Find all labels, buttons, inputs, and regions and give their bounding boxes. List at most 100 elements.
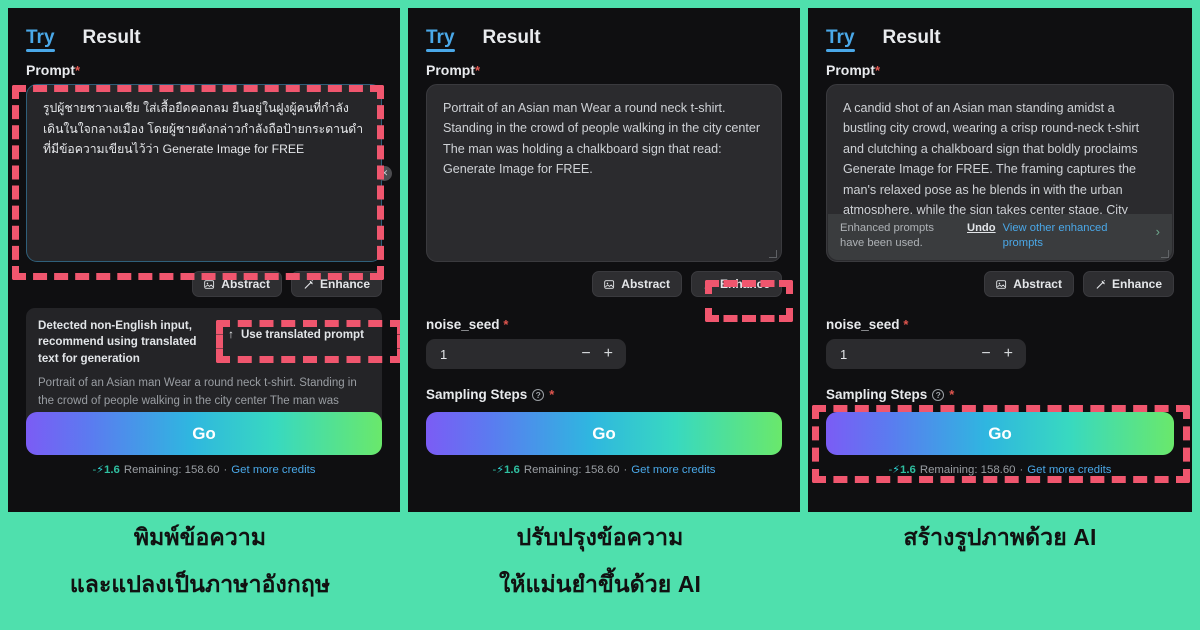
decrement-button[interactable]: − xyxy=(981,345,990,363)
panel-step-1: Try Result Prompt* รูปผู้ชายชาวเอเชีย ใส… xyxy=(8,8,400,512)
bolt-icon: ⚡ xyxy=(96,464,105,476)
go-label: Go xyxy=(988,423,1012,443)
tab-try[interactable]: Try xyxy=(26,28,55,52)
go-section-2: Go - ⚡ 1.6 Remaining: 158.60 · Get more … xyxy=(426,412,782,476)
tab-bar-2: Try Result xyxy=(426,8,782,52)
tab-try-label: Try xyxy=(26,27,55,48)
prompt-area-wrap-3: A candid shot of an Asian man standing a… xyxy=(826,84,1174,262)
prompt-textarea-2[interactable]: Portrait of an Asian man Wear a round ne… xyxy=(426,84,782,262)
increment-button[interactable]: + xyxy=(1004,345,1013,363)
required-asterisk: * xyxy=(475,63,481,78)
credits-separator: · xyxy=(1019,463,1024,476)
prompt-text-2: Portrait of an Asian man Wear a round ne… xyxy=(443,101,761,177)
use-translated-label: Use translated prompt xyxy=(240,328,364,341)
required-asterisk: * xyxy=(949,387,955,402)
abstract-button[interactable]: Abstract xyxy=(984,271,1074,297)
noise-seed-value: 1 xyxy=(440,346,448,362)
required-asterisk: * xyxy=(75,63,81,78)
use-translated-prompt-button[interactable]: ↑ Use translated prompt xyxy=(228,318,370,341)
credits-amount: 1.6 xyxy=(900,463,916,476)
tab-result-label: Result xyxy=(482,27,541,48)
credits-line-2: - ⚡ 1.6 Remaining: 158.60 · Get more cre… xyxy=(426,463,782,477)
credits-line-1: - ⚡ 1.6 Remaining: 158.60 · Get more cre… xyxy=(26,463,382,477)
enhance-button[interactable]: Enhance xyxy=(690,271,782,297)
go-section-1: Go - ⚡ 1.6 Remaining: 158.60 · Get more … xyxy=(26,412,382,476)
bolt-icon: ⚡ xyxy=(496,464,505,476)
prompt-label-1: Prompt* xyxy=(26,62,81,78)
increment-button[interactable]: + xyxy=(604,345,613,363)
question-mark-icon[interactable]: ? xyxy=(532,388,545,401)
tab-try[interactable]: Try xyxy=(826,28,855,52)
caption-1: พิมพ์ข้อความ และแปลงเป็นภาษาอังกฤษ xyxy=(0,512,400,630)
view-other-enhanced-prompts-link[interactable]: View other enhanced prompts xyxy=(1003,221,1121,251)
get-more-credits-link[interactable]: Get more credits xyxy=(231,464,315,476)
image-frame-icon xyxy=(604,279,615,290)
get-more-credits-link[interactable]: Get more credits xyxy=(1027,464,1111,476)
noise-seed-stepper-3[interactable]: 1 − + xyxy=(826,339,1026,369)
bolt-icon: ⚡ xyxy=(892,464,901,476)
decrement-button[interactable]: − xyxy=(581,345,590,363)
tab-try-label: Try xyxy=(426,27,455,48)
caption-1-line-1: พิมพ์ข้อความ xyxy=(133,524,267,550)
tab-result[interactable]: Result xyxy=(483,28,541,52)
caption-2-line-2: ให้แม่นยำขึ้นด้วย AI xyxy=(498,571,702,597)
undo-link[interactable]: Undo xyxy=(967,221,996,236)
chevron-right-icon[interactable]: › xyxy=(1156,221,1160,240)
prompt-area-wrap-2: Portrait of an Asian man Wear a round ne… xyxy=(426,84,782,262)
tab-result[interactable]: Result xyxy=(883,28,941,52)
tab-result-label: Result xyxy=(82,27,141,48)
go-button[interactable]: Go xyxy=(826,412,1174,455)
resize-grip-icon[interactable] xyxy=(1161,250,1169,258)
noise-seed-label-3: noise_seed * xyxy=(826,317,909,332)
credits-separator: · xyxy=(623,463,628,476)
image-frame-icon xyxy=(204,279,215,290)
abstract-label: Abstract xyxy=(621,277,670,291)
prompt-textarea-3[interactable]: A candid shot of an Asian man standing a… xyxy=(826,84,1174,262)
prompt-label-3: Prompt* xyxy=(826,62,881,78)
magic-wand-icon xyxy=(1095,279,1106,290)
prompt-label-2: Prompt* xyxy=(426,62,481,78)
caption-row: พิมพ์ข้อความ และแปลงเป็นภาษาอังกฤษ ปรับป… xyxy=(0,512,1200,630)
enhance-button[interactable]: Enhance xyxy=(1082,271,1174,297)
get-more-credits-link[interactable]: Get more credits xyxy=(631,464,715,476)
go-section-3: Go - ⚡ 1.6 Remaining: 158.60 · Get more … xyxy=(826,412,1174,476)
caption-2: ปรับปรุงข้อความ ให้แม่นยำขึ้นด้วย AI xyxy=(400,512,800,630)
credits-remaining: Remaining: 158.60 xyxy=(523,463,620,476)
prompt-textarea-1[interactable]: รูปผู้ชายชาวเอเชีย ใส่เสื้อยืดคอกลม ยืนอ… xyxy=(26,84,382,262)
go-label: Go xyxy=(592,423,616,443)
tab-bar-3: Try Result xyxy=(826,8,1174,52)
go-button[interactable]: Go xyxy=(426,412,782,455)
required-asterisk: * xyxy=(903,317,909,332)
credits-separator: · xyxy=(223,463,228,476)
panels-row: Try Result Prompt* รูปผู้ชายชาวเอเชีย ใส… xyxy=(0,0,1200,512)
prompt-actions-1: Abstract Enhance xyxy=(26,271,382,297)
enhance-label: Enhance xyxy=(319,277,370,291)
arrow-up-icon: ↑ xyxy=(228,328,234,341)
noise-seed-stepper-2[interactable]: 1 − + xyxy=(426,339,626,369)
enhance-label: Enhance xyxy=(1111,277,1162,291)
noise-seed-label-2: noise_seed * xyxy=(426,317,509,332)
tab-try-label: Try xyxy=(826,27,855,48)
tab-result-label: Result xyxy=(882,27,941,48)
magic-wand-icon xyxy=(703,279,714,290)
caption-1-line-2: และแปลงเป็นภาษาอังกฤษ xyxy=(69,571,331,597)
enhance-button[interactable]: Enhance xyxy=(290,271,382,297)
enhance-label: Enhance xyxy=(719,277,770,291)
sampling-steps-label-2: Sampling Steps ? * xyxy=(426,387,555,402)
resize-grip-icon[interactable] xyxy=(769,250,777,258)
abstract-label: Abstract xyxy=(1013,277,1062,291)
credits-remaining: Remaining: 158.60 xyxy=(123,463,220,476)
panel-step-2: Try Result Prompt* Portrait of an Asian … xyxy=(408,8,800,512)
caption-3-line-1: สร้างรูปภาพด้วย AI xyxy=(903,524,1097,550)
close-icon[interactable]: ✕ xyxy=(377,166,392,181)
go-button[interactable]: Go xyxy=(26,412,382,455)
magic-wand-icon xyxy=(303,279,314,290)
tab-result[interactable]: Result xyxy=(83,28,141,52)
abstract-label: Abstract xyxy=(221,277,270,291)
abstract-button[interactable]: Abstract xyxy=(592,271,682,297)
question-mark-icon[interactable]: ? xyxy=(932,388,945,401)
abstract-button[interactable]: Abstract xyxy=(192,271,282,297)
tab-try[interactable]: Try xyxy=(426,28,455,52)
tab-bar-1: Try Result xyxy=(26,8,382,52)
required-asterisk: * xyxy=(503,317,509,332)
